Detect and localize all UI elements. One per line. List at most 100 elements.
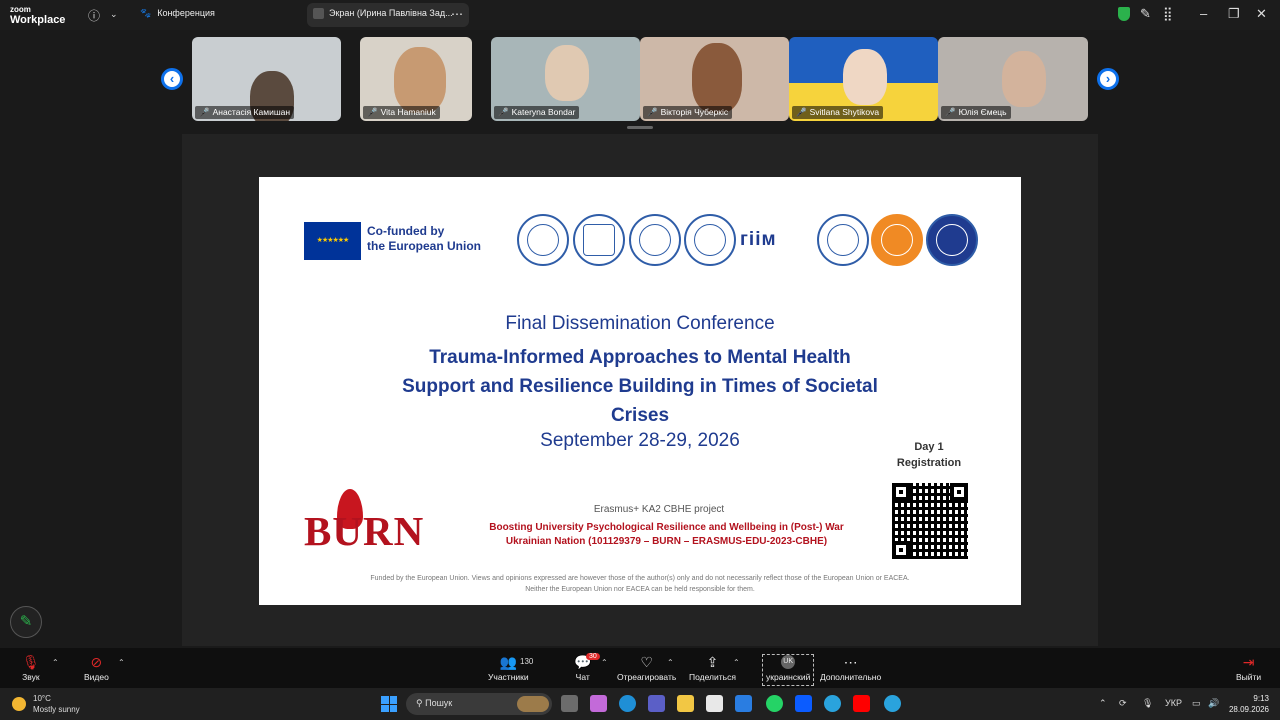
mail-icon[interactable] (735, 695, 752, 712)
mic-muted-icon: 🎤 (367, 107, 378, 117)
participant-video (692, 43, 742, 113)
shared-screen: ★★★★★★ Co-funded by the European Union г… (182, 134, 1098, 646)
meeting-icon: 🐾 (140, 8, 152, 18)
participant-name: 🎤 Svitlana Shytikova (792, 106, 884, 119)
share-tab-title: Экран (Ирина Павлівна Зад... (329, 8, 453, 18)
sun-icon (12, 697, 26, 711)
meeting-toolbar: 🎙 Звук ⌃ ⊘ Видео ⌃ 👥 Участники 130 💬 Чат 30 … (0, 648, 1280, 688)
search-icon: ⚲ (416, 698, 426, 708)
telegram-icon[interactable] (824, 695, 841, 712)
university-logo (871, 214, 923, 266)
university-logo (926, 214, 978, 266)
participant-name: 🎤 Юлія Ємець (941, 106, 1011, 119)
share-screen-icon: ⇪ (706, 654, 719, 670)
zoom-icon[interactable] (795, 695, 812, 712)
burn-logo: BURN (304, 508, 425, 554)
share-tab[interactable]: Экран (Ирина Павлівна Зад... ⋯ (307, 3, 469, 27)
chat-unread-badge: 30 (586, 653, 600, 660)
keyboard-language[interactable]: УКР (1165, 698, 1182, 708)
minimize-icon[interactable]: – (1200, 6, 1207, 21)
grid-icon[interactable]: ⣿ (1163, 6, 1173, 22)
video-tile[interactable]: 🎤 Svitlana Shytikova (789, 37, 938, 121)
weather-widget[interactable]: 10°C Mostly sunny (12, 693, 80, 715)
display-icon[interactable]: ▭ (1192, 698, 1201, 709)
share-options-caret[interactable]: ⌃ (733, 658, 740, 667)
annotate-icon[interactable]: ✎ (1140, 6, 1151, 22)
partner-logo-text: гіім (740, 229, 777, 250)
project-title: Boosting University Psychological Resili… (489, 522, 844, 547)
gallery-resize-handle[interactable] (627, 126, 653, 129)
microphone-icon[interactable]: 🎙 (1142, 698, 1153, 709)
system-clock[interactable]: 9:13 28.09.2026 (1225, 693, 1269, 715)
participant-name: 🎤 Vita Hamaniuk (363, 106, 440, 119)
participant-gallery: ‹ › 🎤 Анастасія Камишан 🎤 Vita Hamaniuk 🎤 K… (0, 30, 1280, 130)
gallery-prev-button[interactable]: ‹ (161, 68, 183, 90)
whatsapp-icon[interactable] (766, 695, 783, 712)
eu-flag: ★★★★★★ (304, 222, 361, 260)
participant-video (394, 47, 446, 113)
university-logo (629, 214, 681, 266)
meeting-title[interactable]: 🐾 Конференция (140, 8, 215, 19)
tray-overflow-icon[interactable]: ⌃ (1099, 698, 1107, 709)
video-tile[interactable]: 🎤 Vita Hamaniuk (360, 37, 472, 121)
registration-label: Day 1 Registration (896, 441, 962, 469)
youtube-icon[interactable] (853, 695, 870, 712)
search-highlight-image (517, 696, 549, 712)
volume-icon[interactable]: 🔊 (1208, 698, 1219, 709)
mic-muted-icon: 🎤 (498, 107, 509, 117)
telegram-icon[interactable] (884, 695, 901, 712)
copilot-icon[interactable] (590, 695, 607, 712)
slide-subtitle: Final Dissemination Conference (505, 313, 775, 334)
video-options-caret[interactable]: ⌃ (118, 658, 125, 667)
info-icon[interactable]: ⓘ (88, 7, 100, 24)
participant-name: 🎤 Анастасія Камишан (195, 106, 295, 119)
video-button[interactable]: ⊘ Видео (84, 654, 109, 682)
participant-video (843, 49, 887, 105)
restore-icon[interactable]: ❐ (1228, 6, 1240, 22)
participant-video (1002, 51, 1046, 107)
university-logo (817, 214, 869, 266)
annotate-pencil-button[interactable]: ✎ (10, 606, 42, 638)
taskbar-search[interactable]: ⚲ Пошук (406, 693, 552, 715)
store-icon[interactable] (706, 695, 723, 712)
encryption-shield-icon[interactable] (1118, 7, 1130, 21)
slide-title: Trauma-Informed Approaches to Mental Hea… (402, 347, 878, 426)
video-tile[interactable]: 🎤 Анастасія Камишан (192, 37, 341, 121)
video-tile[interactable]: 🎤 Юлія Ємець (938, 37, 1088, 121)
teams-icon[interactable] (648, 695, 665, 712)
funding-disclaimer: Funded by the European Union. Views and … (370, 575, 910, 593)
task-view-icon[interactable] (561, 695, 578, 712)
language-selection-outline (762, 654, 814, 686)
university-logo (684, 214, 736, 266)
leave-button[interactable]: ⇥ Выйти (1236, 654, 1261, 682)
react-options-caret[interactable]: ⌃ (667, 658, 674, 667)
more-icon: ⋯ (843, 654, 858, 670)
chevron-down-icon[interactable]: ⌄ (110, 9, 118, 20)
sync-icon[interactable]: ⟳ (1119, 698, 1127, 709)
participants-count: 130 (520, 657, 534, 666)
edge-icon[interactable] (619, 695, 636, 712)
chat-options-caret[interactable]: ⌃ (601, 658, 608, 667)
zoom-logo: zoom Workplace (10, 5, 66, 26)
file-explorer-icon[interactable] (677, 695, 694, 712)
start-button[interactable] (381, 696, 397, 712)
video-off-icon: ⊘ (90, 654, 103, 670)
university-logo (517, 214, 569, 266)
mic-muted-icon: 🎤 (199, 107, 210, 117)
logo-line2: Workplace (10, 14, 66, 26)
more-icon[interactable]: ⋯ (451, 7, 463, 21)
mic-muted-icon: 🎤 (796, 107, 807, 117)
gallery-next-button[interactable]: › (1097, 68, 1119, 90)
share-button[interactable]: ⇪ Поделиться (689, 654, 736, 682)
more-button[interactable]: ⋯ Дополнительно (820, 654, 881, 682)
screen-icon (313, 8, 324, 20)
video-tile[interactable]: 🎤 Вікторія Чуберкіс (640, 37, 789, 121)
presentation-slide: ★★★★★★ Co-funded by the European Union г… (259, 177, 1021, 605)
close-icon[interactable]: ✕ (1256, 6, 1267, 22)
university-logo (573, 214, 625, 266)
audio-button[interactable]: 🎙 Звук (22, 654, 40, 682)
eu-cofunded-label: Co-funded by the European Union (367, 224, 481, 253)
audio-options-caret[interactable]: ⌃ (52, 658, 59, 667)
video-tile[interactable]: 🎤 Kateryna Bondar (491, 37, 640, 121)
mic-muted-icon: 🎤 (945, 107, 956, 117)
